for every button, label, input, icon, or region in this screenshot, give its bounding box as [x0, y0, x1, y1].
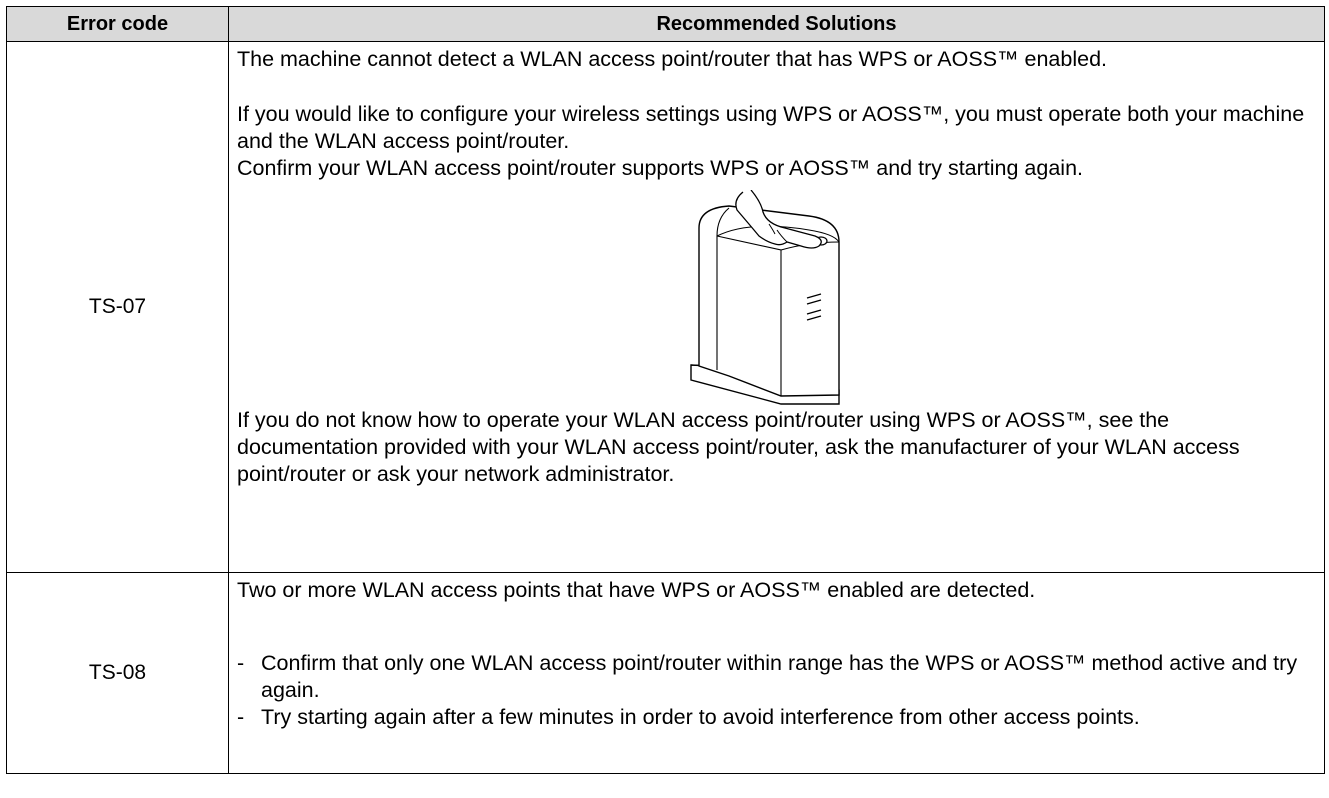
error-code-table: Error code Recommended Solutions TS-07 T…	[6, 6, 1325, 774]
error-code-cell: TS-08	[6, 572, 229, 774]
router-wps-button-illustration	[690, 190, 840, 405]
dash-bullet: -	[237, 705, 245, 729]
list-item-text: Confirm that only one WLAN access point/…	[261, 651, 1298, 702]
header-recommended-solutions: Recommended Solutions	[228, 6, 1325, 42]
table-header-row: Error code Recommended Solutions	[6, 6, 1325, 42]
solution-paragraph: If you do not know how to operate your W…	[237, 408, 1240, 486]
solution-paragraph: Confirm your WLAN access point/router su…	[237, 156, 1084, 180]
header-error-code: Error code	[6, 6, 229, 42]
list-item: - Try starting again after a few minutes…	[237, 704, 1316, 731]
solution-paragraph: The machine cannot detect a WLAN access …	[237, 47, 1108, 71]
solution-list: - Confirm that only one WLAN access poin…	[237, 650, 1316, 731]
solution-paragraph: Two or more WLAN access points that have…	[237, 578, 1036, 602]
solution-cell: The machine cannot detect a WLAN access …	[228, 41, 1325, 573]
solution-paragraph: If you would like to configure your wire…	[237, 102, 1305, 153]
table-row-ts-08: TS-08 Two or more WLAN access points tha…	[6, 572, 1325, 774]
solution-cell: Two or more WLAN access points that have…	[228, 572, 1325, 774]
list-item: - Confirm that only one WLAN access poin…	[237, 650, 1316, 704]
table-row-ts-07: TS-07 The machine cannot detect a WLAN a…	[6, 41, 1325, 573]
error-code-cell: TS-07	[6, 41, 229, 573]
dash-bullet: -	[237, 651, 245, 675]
list-item-text: Try starting again after a few minutes i…	[261, 705, 1140, 729]
